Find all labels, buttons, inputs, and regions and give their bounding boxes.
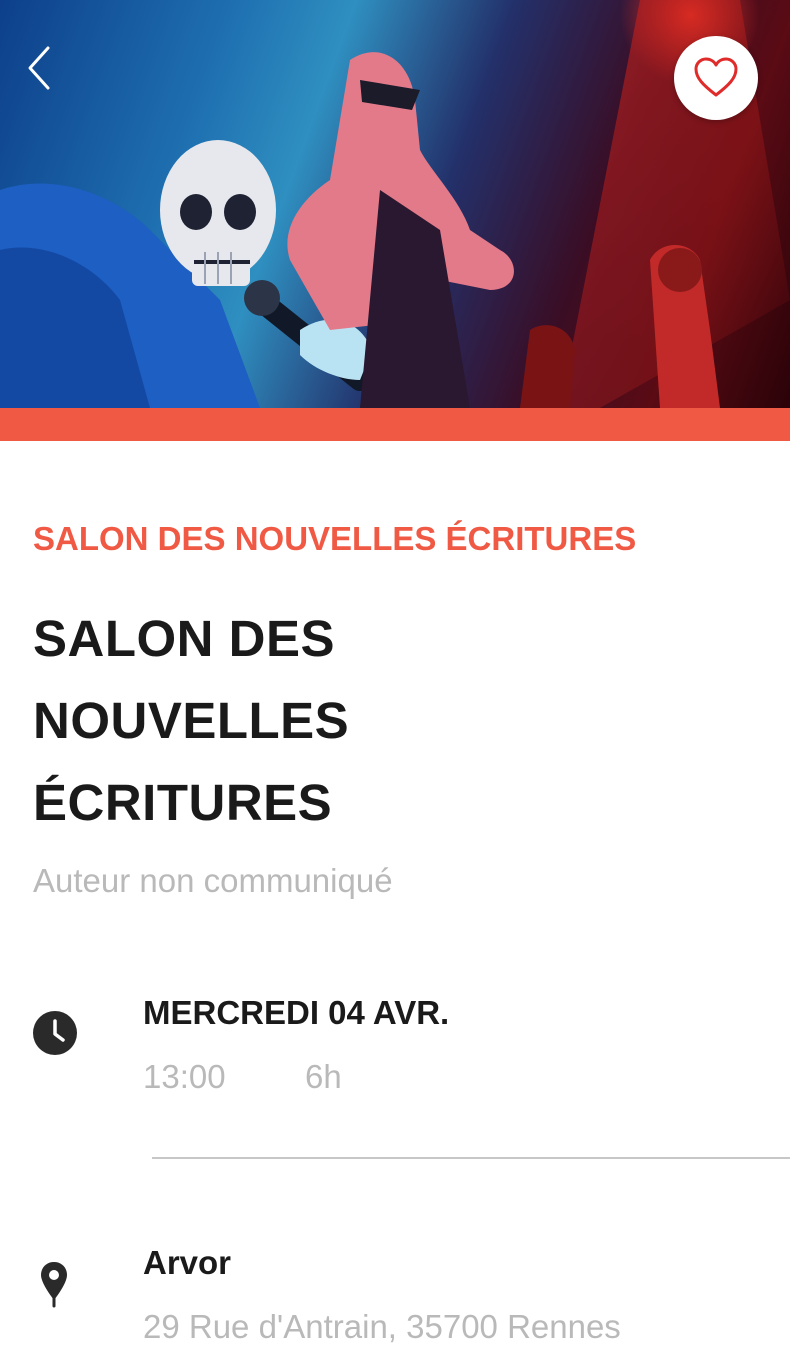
event-address[interactable]: 29 Rue d'Antrain, 35700 Rennes (143, 1308, 621, 1346)
accent-bar (0, 408, 790, 441)
event-title: SALON DES NOUVELLES ÉCRITURES (33, 598, 593, 844)
hero-illustration (0, 0, 790, 408)
hero-image (0, 0, 790, 408)
section-divider (152, 1157, 790, 1159)
clock-icon (33, 1011, 77, 1055)
event-category: SALON DES NOUVELLES ÉCRITURES (33, 520, 637, 557)
favorite-button[interactable] (674, 36, 758, 120)
event-title-line: NOUVELLES (33, 692, 350, 749)
event-date: MERCREDI 04 AVR. (143, 994, 450, 1031)
event-title-line: SALON DES (33, 610, 336, 667)
heart-outline-icon (694, 57, 738, 97)
event-time: 13:00 (143, 1058, 226, 1095)
event-duration: 6h (305, 1058, 342, 1095)
event-venue[interactable]: Arvor (143, 1244, 231, 1282)
event-title-line: ÉCRITURES (33, 774, 333, 831)
event-author: Auteur non communiqué (33, 862, 393, 899)
chevron-left-icon (28, 46, 50, 90)
back-button[interactable] (18, 40, 66, 96)
map-pin-icon (41, 1262, 67, 1308)
